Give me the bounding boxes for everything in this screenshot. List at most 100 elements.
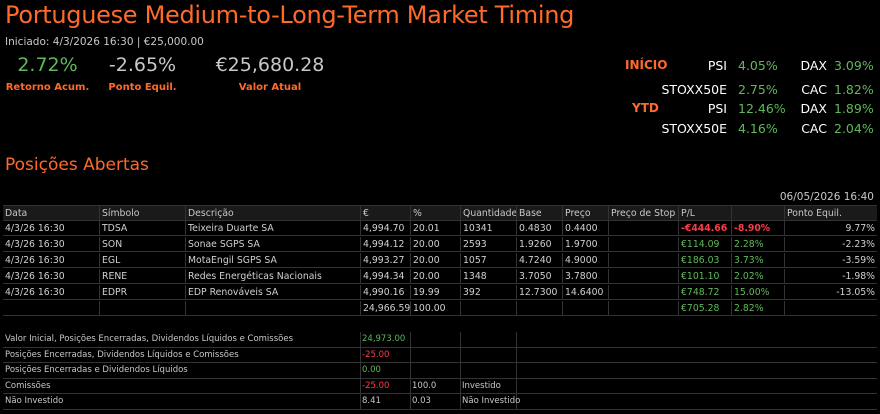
cell-descricao: EDP Renováveis SA [185,285,360,300]
cell-equil: -3.59% [784,253,877,268]
market-value: 2.75% [738,82,778,97]
col-header[interactable]: Data [3,206,99,221]
total-cell [99,301,185,316]
market-value: 1.89% [834,101,874,116]
summary-label: Posições Encerradas e Dividendos Líquido… [5,365,188,376]
summary-label: Comissões [5,380,51,391]
col-header[interactable]: % [410,206,460,221]
table-row[interactable]: 4/3/26 16:30 RENE Redes Energéticas Nacion… [3,269,877,284]
cell-descricao: Sonae SGPS SA [185,237,360,252]
cell-pl: -€444.66 [678,221,731,236]
cell-plpct: 15.00% [731,285,784,300]
summary-extra [460,348,530,363]
total-cell [460,301,516,316]
cell-qtd: 1057 [460,253,516,268]
cell-plpct: 3.73% [731,253,784,268]
market-name: DAX [800,58,827,73]
cell-preco: 3.7800 [562,269,608,284]
cell-descricao: MotaEngil SGPS SA [185,253,360,268]
cell-descricao: Redes Energéticas Nacionais [185,269,360,284]
cell-equil: -2.23% [784,237,877,252]
summary-extra [410,348,460,363]
col-header[interactable]: Preço [562,206,608,221]
market-value: 4.05% [738,58,778,73]
total-cell [562,301,608,316]
col-header[interactable] [731,206,784,221]
cell-eur: 4,994.70 [360,221,410,236]
market-value: 12.46% [738,101,786,116]
market-name: PSI [707,101,727,116]
summary-label: Posições Encerradas, Dividendos Líquidos… [5,349,239,360]
cell-base: 1.9260 [516,237,562,252]
cell-qtd: 1348 [460,269,516,284]
cell-preco: 1.9700 [562,237,608,252]
col-header[interactable]: € [360,206,410,221]
summary-value: 0.00 [362,365,381,376]
total-plpct: 2.82% [731,301,784,316]
cell-qtd: 10341 [460,221,516,236]
summary-extra: 100.0 [412,380,437,391]
market-name: DAX [800,101,827,116]
market-name: CAC [801,121,827,136]
cell-qtd: 2593 [460,237,516,252]
cell-data: 4/3/26 16:30 [5,255,65,266]
summary-row: Comissões -25.00 100.0 Investido [3,378,877,395]
total-cell [516,301,562,316]
cell-preco: 0.4400 [562,221,608,236]
market-value: 2.04% [834,121,874,136]
cell-pl: €748.72 [678,285,731,300]
market-value: 1.82% [834,82,874,97]
summary-value: -25.00 [362,380,390,391]
cell-eur: 4,993.27 [360,253,410,268]
col-header[interactable]: Quantidade [460,206,516,221]
section-title: Posições Abertas [5,155,149,175]
table-row[interactable]: 4/3/26 16:30 TDSA Teixeira Duarte SA 4,994.… [3,221,877,236]
cell-stop [608,253,678,268]
table-row[interactable]: 4/3/26 16:30 EDPR EDP Renováveis SA 4,990.1… [3,285,877,300]
col-header[interactable]: Preço de Stop [608,206,678,221]
timestamp: 06/05/2026 16:40 [779,191,874,203]
table-row[interactable]: 4/3/26 16:30 EGL MotaEngil SGPS SA 4,993.27… [3,253,877,268]
summary-extra [410,363,460,378]
total-pct: 100.00 [410,301,460,316]
table-row[interactable]: 4/3/26 16:30 SON Sonae SGPS SA 4,994.12 20.0… [3,237,877,252]
cell-qtd: 392 [460,285,516,300]
cell-simbolo: EDPR [99,285,185,300]
col-header[interactable]: P/L [678,206,731,221]
table-header: Data Símbolo Descrição € % Quantidade Ba… [3,206,877,221]
cell-base: 12.7300 [516,285,562,300]
kpi-breakeven-value: -2.65% [108,54,177,76]
cell-equil: -1.98% [784,269,877,284]
kpi-current-value: €25,680.28 [215,54,325,76]
cell-simbolo: RENE [99,269,185,284]
cell-stop [608,237,678,252]
total-cell [3,301,99,316]
col-header[interactable]: Ponto Equil. [784,206,877,221]
positions-table: Data Símbolo Descrição € % Quantidade Ba… [3,205,877,316]
ytd-label: YTD [632,101,659,115]
cell-pct: 19.99 [410,285,460,300]
market-name: STOXX50E [661,121,727,136]
cell-pct: 20.01 [410,221,460,236]
total-pl: €705.28 [678,301,731,316]
cell-stop [608,285,678,300]
col-header[interactable]: Descrição [185,206,360,221]
cell-eur: 4,990.16 [360,285,410,300]
market-name: PSI [707,58,727,73]
cell-descricao: Teixeira Duarte SA [185,221,360,236]
col-header[interactable]: Base [516,206,562,221]
start-info: Iniciado: 4/3/2026 16:30 | €25,000.00 [5,36,204,48]
cell-eur: 4,994.34 [360,269,410,284]
inicio-label: INÍCIO [625,58,668,72]
cell-pct: 20.00 [410,253,460,268]
summary-value: 24,973.00 [362,334,406,344]
cell-base: 3.7050 [516,269,562,284]
cell-plpct: 2.28% [731,237,784,252]
summary-extra: Investido [462,380,501,391]
kpi-return-value: 2.72% [17,54,78,76]
cell-pl: €101.10 [678,269,731,284]
totals-row: 24,966.59 100.00 €705.28 2.82% [3,301,877,316]
col-header[interactable]: Símbolo [99,206,185,221]
cell-stop [608,269,678,284]
cell-equil: -13.05% [784,285,877,300]
